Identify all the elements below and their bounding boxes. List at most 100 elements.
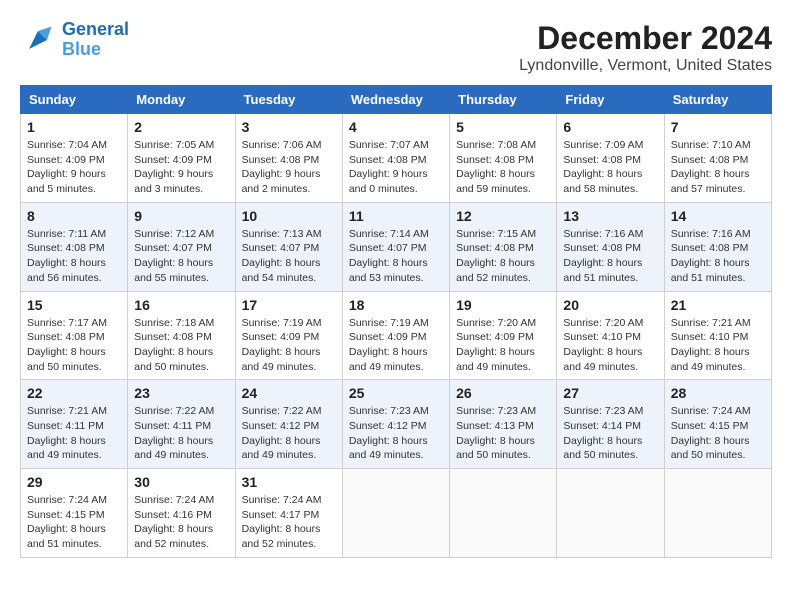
calendar-cell: 27 Sunrise: 7:23 AMSunset: 4:14 PMDayligh… bbox=[557, 380, 664, 469]
calendar-cell: 29 Sunrise: 7:24 AMSunset: 4:15 PMDayligh… bbox=[21, 469, 128, 558]
day-info: Sunrise: 7:17 AMSunset: 4:08 PMDaylight:… bbox=[27, 316, 121, 375]
calendar-cell: 2 Sunrise: 7:05 AMSunset: 4:09 PMDaylight… bbox=[128, 114, 235, 203]
calendar-cell: 17 Sunrise: 7:19 AMSunset: 4:09 PMDayligh… bbox=[235, 291, 342, 380]
calendar-cell: 24 Sunrise: 7:22 AMSunset: 4:12 PMDayligh… bbox=[235, 380, 342, 469]
calendar-cell: 22 Sunrise: 7:21 AMSunset: 4:11 PMDayligh… bbox=[21, 380, 128, 469]
logo-icon bbox=[20, 22, 56, 58]
column-header-friday: Friday bbox=[557, 86, 664, 114]
day-number: 17 bbox=[242, 297, 336, 313]
calendar-week-row: 15 Sunrise: 7:17 AMSunset: 4:08 PMDayligh… bbox=[21, 291, 772, 380]
calendar-cell: 19Sunrise: 7:20 AMSunset: 4:09 PMDayligh… bbox=[450, 291, 557, 380]
calendar-body: 1 Sunrise: 7:04 AMSunset: 4:09 PMDaylight… bbox=[21, 114, 772, 558]
day-info: Sunrise: 7:21 AMSunset: 4:10 PMDaylight:… bbox=[671, 316, 765, 375]
calendar-cell: 13 Sunrise: 7:16 AMSunset: 4:08 PMDayligh… bbox=[557, 202, 664, 291]
calendar-cell: 23 Sunrise: 7:22 AMSunset: 4:11 PMDayligh… bbox=[128, 380, 235, 469]
calendar-cell: 11 Sunrise: 7:14 AMSunset: 4:07 PMDayligh… bbox=[342, 202, 449, 291]
calendar-cell: 12Sunrise: 7:15 AMSunset: 4:08 PMDayligh… bbox=[450, 202, 557, 291]
day-number: 27 bbox=[563, 385, 657, 401]
day-number: 1 bbox=[27, 119, 121, 135]
day-info: Sunrise: 7:19 AMSunset: 4:09 PMDaylight:… bbox=[242, 316, 336, 375]
day-info: Sunrise: 7:19 AMSunset: 4:09 PMDaylight:… bbox=[349, 316, 443, 375]
calendar-cell: 14Sunrise: 7:16 AMSunset: 4:08 PMDayligh… bbox=[664, 202, 771, 291]
calendar-cell bbox=[450, 469, 557, 558]
calendar-cell: 6Sunrise: 7:09 AMSunset: 4:08 PMDaylight… bbox=[557, 114, 664, 203]
day-number: 2 bbox=[134, 119, 228, 135]
day-number: 28 bbox=[671, 385, 765, 401]
calendar-header: SundayMondayTuesdayWednesdayThursdayFrid… bbox=[21, 86, 772, 114]
day-info: Sunrise: 7:07 AMSunset: 4:08 PMDaylight:… bbox=[349, 138, 443, 197]
day-number: 13 bbox=[563, 208, 657, 224]
day-number: 29 bbox=[27, 474, 121, 490]
day-info: Sunrise: 7:24 AMSunset: 4:15 PMDaylight:… bbox=[671, 404, 765, 463]
day-info: Sunrise: 7:23 AMSunset: 4:14 PMDaylight:… bbox=[563, 404, 657, 463]
logo-text: General Blue bbox=[62, 20, 129, 60]
day-number: 24 bbox=[242, 385, 336, 401]
page-header: General Blue December 2024 Lyndonville, … bbox=[20, 20, 772, 75]
calendar-cell: 9Sunrise: 7:12 AMSunset: 4:07 PMDaylight… bbox=[128, 202, 235, 291]
day-number: 11 bbox=[349, 208, 443, 224]
day-info: Sunrise: 7:21 AMSunset: 4:11 PMDaylight:… bbox=[27, 404, 121, 463]
day-info: Sunrise: 7:10 AMSunset: 4:08 PMDaylight:… bbox=[671, 138, 765, 197]
day-info: Sunrise: 7:22 AMSunset: 4:11 PMDaylight:… bbox=[134, 404, 228, 463]
calendar-table: SundayMondayTuesdayWednesdayThursdayFrid… bbox=[20, 85, 772, 558]
calendar-cell: 28 Sunrise: 7:24 AMSunset: 4:15 PMDayligh… bbox=[664, 380, 771, 469]
day-number: 22 bbox=[27, 385, 121, 401]
calendar-cell: 21 Sunrise: 7:21 AMSunset: 4:10 PMDayligh… bbox=[664, 291, 771, 380]
day-info: Sunrise: 7:14 AMSunset: 4:07 PMDaylight:… bbox=[349, 227, 443, 286]
calendar-cell bbox=[664, 469, 771, 558]
day-number: 3 bbox=[242, 119, 336, 135]
page-subtitle: Lyndonville, Vermont, United States bbox=[519, 57, 772, 75]
calendar-cell: 25 Sunrise: 7:23 AMSunset: 4:12 PMDayligh… bbox=[342, 380, 449, 469]
day-number: 12 bbox=[456, 208, 550, 224]
calendar-header-row: SundayMondayTuesdayWednesdayThursdayFrid… bbox=[21, 86, 772, 114]
calendar-cell: 4 Sunrise: 7:07 AMSunset: 4:08 PMDaylight… bbox=[342, 114, 449, 203]
day-info: Sunrise: 7:09 AMSunset: 4:08 PMDaylight:… bbox=[563, 138, 657, 197]
day-number: 21 bbox=[671, 297, 765, 313]
day-info: Sunrise: 7:24 AMSunset: 4:17 PMDaylight:… bbox=[242, 493, 336, 552]
day-info: Sunrise: 7:20 AMSunset: 4:10 PMDaylight:… bbox=[563, 316, 657, 375]
day-number: 25 bbox=[349, 385, 443, 401]
day-number: 26 bbox=[456, 385, 550, 401]
day-info: Sunrise: 7:04 AMSunset: 4:09 PMDaylight:… bbox=[27, 138, 121, 197]
calendar-cell: 1 Sunrise: 7:04 AMSunset: 4:09 PMDaylight… bbox=[21, 114, 128, 203]
day-info: Sunrise: 7:23 AMSunset: 4:12 PMDaylight:… bbox=[349, 404, 443, 463]
calendar-cell: 18 Sunrise: 7:19 AMSunset: 4:09 PMDayligh… bbox=[342, 291, 449, 380]
day-number: 31 bbox=[242, 474, 336, 490]
calendar-cell: 3Sunrise: 7:06 AMSunset: 4:08 PMDaylight… bbox=[235, 114, 342, 203]
day-number: 19 bbox=[456, 297, 550, 313]
day-info: Sunrise: 7:05 AMSunset: 4:09 PMDaylight:… bbox=[134, 138, 228, 197]
column-header-tuesday: Tuesday bbox=[235, 86, 342, 114]
calendar-cell bbox=[557, 469, 664, 558]
calendar-cell: 20Sunrise: 7:20 AMSunset: 4:10 PMDayligh… bbox=[557, 291, 664, 380]
column-header-saturday: Saturday bbox=[664, 86, 771, 114]
calendar-week-row: 8Sunrise: 7:11 AMSunset: 4:08 PMDaylight… bbox=[21, 202, 772, 291]
day-info: Sunrise: 7:22 AMSunset: 4:12 PMDaylight:… bbox=[242, 404, 336, 463]
column-header-thursday: Thursday bbox=[450, 86, 557, 114]
day-number: 8 bbox=[27, 208, 121, 224]
calendar-cell: 30 Sunrise: 7:24 AMSunset: 4:16 PMDayligh… bbox=[128, 469, 235, 558]
calendar-week-row: 1 Sunrise: 7:04 AMSunset: 4:09 PMDaylight… bbox=[21, 114, 772, 203]
calendar-cell: 8Sunrise: 7:11 AMSunset: 4:08 PMDaylight… bbox=[21, 202, 128, 291]
logo: General Blue bbox=[20, 20, 129, 60]
day-info: Sunrise: 7:23 AMSunset: 4:13 PMDaylight:… bbox=[456, 404, 550, 463]
day-info: Sunrise: 7:24 AMSunset: 4:15 PMDaylight:… bbox=[27, 493, 121, 552]
day-info: Sunrise: 7:16 AMSunset: 4:08 PMDaylight:… bbox=[563, 227, 657, 286]
day-number: 4 bbox=[349, 119, 443, 135]
calendar-cell: 26 Sunrise: 7:23 AMSunset: 4:13 PMDayligh… bbox=[450, 380, 557, 469]
day-number: 30 bbox=[134, 474, 228, 490]
day-number: 10 bbox=[242, 208, 336, 224]
calendar-cell: 5Sunrise: 7:08 AMSunset: 4:08 PMDaylight… bbox=[450, 114, 557, 203]
day-number: 18 bbox=[349, 297, 443, 313]
column-header-wednesday: Wednesday bbox=[342, 86, 449, 114]
calendar-week-row: 29 Sunrise: 7:24 AMSunset: 4:15 PMDayligh… bbox=[21, 469, 772, 558]
day-number: 23 bbox=[134, 385, 228, 401]
day-info: Sunrise: 7:12 AMSunset: 4:07 PMDaylight:… bbox=[134, 227, 228, 286]
page-title: December 2024 bbox=[519, 20, 772, 57]
day-number: 15 bbox=[27, 297, 121, 313]
calendar-cell bbox=[342, 469, 449, 558]
day-number: 14 bbox=[671, 208, 765, 224]
day-info: Sunrise: 7:08 AMSunset: 4:08 PMDaylight:… bbox=[456, 138, 550, 197]
day-number: 7 bbox=[671, 119, 765, 135]
day-info: Sunrise: 7:24 AMSunset: 4:16 PMDaylight:… bbox=[134, 493, 228, 552]
calendar-cell: 15 Sunrise: 7:17 AMSunset: 4:08 PMDayligh… bbox=[21, 291, 128, 380]
